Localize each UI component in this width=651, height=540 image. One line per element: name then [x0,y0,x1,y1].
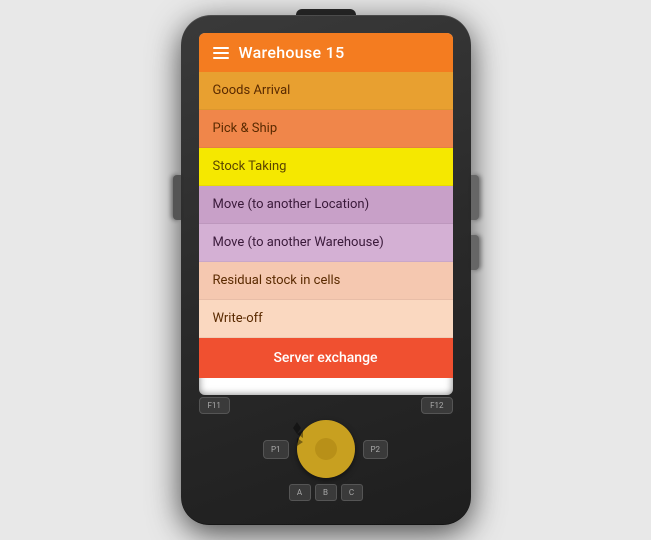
dpad-up-arrow [293,420,301,428]
server-exchange-button[interactable]: Server exchange [199,338,453,378]
side-button-right-1[interactable] [471,175,479,220]
p2-key[interactable]: P2 [363,440,389,459]
menu-item-goods-arrival[interactable]: Goods Arrival [199,72,453,110]
handheld-device: Warehouse 15 Goods Arrival Pick & Ship S… [181,15,471,525]
side-button-left[interactable] [173,175,181,220]
screen: Warehouse 15 Goods Arrival Pick & Ship S… [199,33,453,395]
app-header: Warehouse 15 [199,33,453,72]
device-body: Warehouse 15 Goods Arrival Pick & Ship S… [181,15,471,525]
app-title: Warehouse 15 [239,43,345,62]
menu-item-residual-stock[interactable]: Residual stock in cells [199,262,453,300]
letter-key-row: A B C [289,484,363,501]
menu-item-pick-ship[interactable]: Pick & Ship [199,110,453,148]
side-button-right-2[interactable] [471,235,479,270]
dpad-left-arrow [297,430,303,438]
f11-key[interactable]: F11 [199,397,230,414]
keypad-area: F11 F12 P1 P2 A B C [195,397,457,515]
p1-key[interactable]: P1 [263,440,289,459]
menu-list: Goods Arrival Pick & Ship Stock Taking M… [199,72,453,338]
menu-item-stock-taking[interactable]: Stock Taking [199,148,453,186]
fn-key-row: F11 F12 [195,397,457,414]
menu-item-move-location[interactable]: Move (to another Location) [199,186,453,224]
dpad-center[interactable] [315,438,337,460]
key-c[interactable]: C [341,484,363,501]
dpad-right-arrow [297,438,303,446]
hamburger-menu-icon[interactable] [213,47,229,59]
nav-cluster: P1 P2 [263,420,388,478]
key-a[interactable]: A [289,484,311,501]
f12-key[interactable]: F12 [421,397,452,414]
dpad[interactable] [297,420,355,478]
key-b[interactable]: B [315,484,337,501]
menu-item-write-off[interactable]: Write-off [199,300,453,338]
menu-item-move-warehouse[interactable]: Move (to another Warehouse) [199,224,453,262]
